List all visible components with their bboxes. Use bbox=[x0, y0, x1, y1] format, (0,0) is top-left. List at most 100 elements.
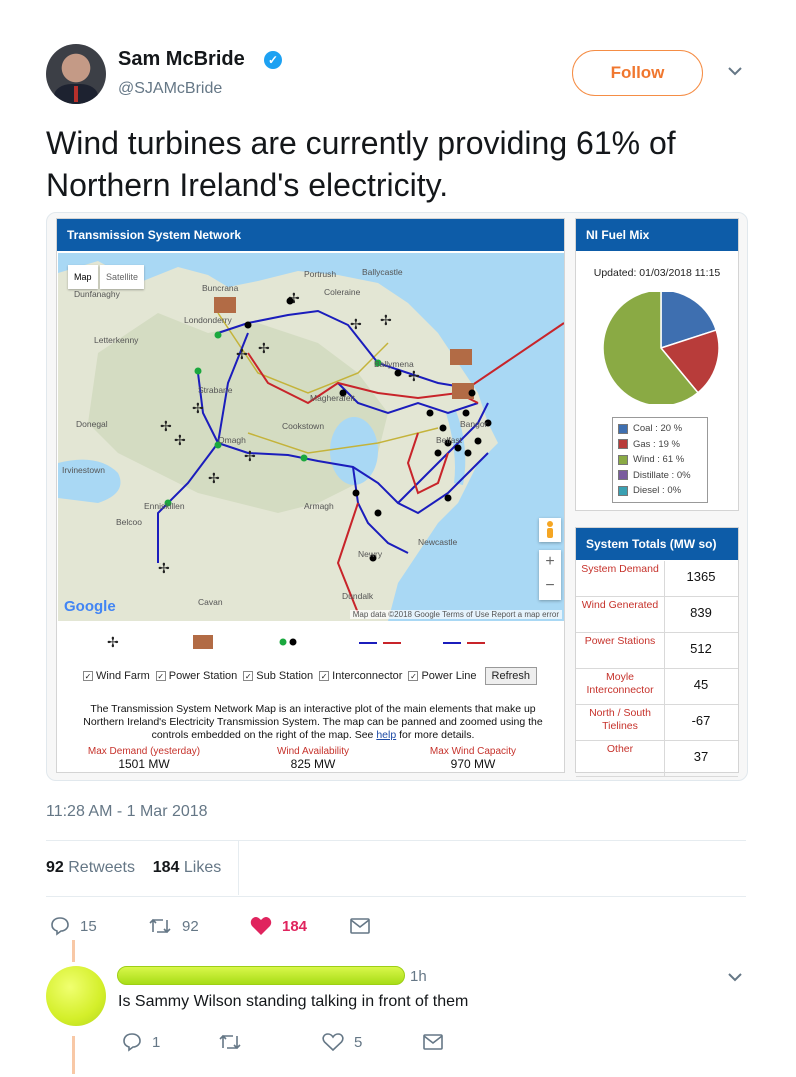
legend-label: Gas : 19 % bbox=[633, 438, 680, 450]
svg-text:Cookstown: Cookstown bbox=[282, 421, 324, 431]
svg-text:✢: ✢ bbox=[380, 313, 392, 329]
refresh-button[interactable]: Refresh bbox=[484, 667, 538, 685]
map-credit[interactable]: Map data ©2018 Google Terms of Use Repor… bbox=[349, 610, 562, 619]
follow-button[interactable]: Follow bbox=[572, 50, 703, 96]
map-type-map-tab[interactable]: Map bbox=[68, 265, 98, 289]
reply-reply-action[interactable]: 1 bbox=[122, 1032, 160, 1052]
map-description: The Transmission System Network Map is a… bbox=[83, 703, 543, 741]
svg-text:✢: ✢ bbox=[208, 471, 220, 487]
power-station-toggle[interactable]: ✓ Power Station bbox=[155, 670, 237, 682]
totals-value: 37 bbox=[693, 749, 709, 764]
svg-text:✢: ✢ bbox=[192, 401, 204, 417]
power-station-icon bbox=[193, 635, 213, 649]
totals-value: -67 bbox=[691, 713, 711, 728]
checkbox-icon[interactable]: ✓ bbox=[408, 671, 419, 681]
svg-text:Belcoo: Belcoo bbox=[116, 517, 142, 527]
system-totals-panel: System Totals (MW so) System Demand 1365 W… bbox=[575, 527, 739, 777]
svg-text:Coleraine: Coleraine bbox=[324, 287, 361, 297]
tweet-timestamp[interactable]: 11:28 AM - 1 Mar 2018 bbox=[46, 803, 208, 821]
sub-station-toggle[interactable]: ✓ Sub Station bbox=[243, 670, 313, 682]
legend-swatch bbox=[618, 470, 628, 481]
svg-text:Dundalk: Dundalk bbox=[342, 591, 374, 601]
reply-action[interactable]: 15 bbox=[50, 916, 97, 936]
svg-text:Cavan: Cavan bbox=[198, 597, 223, 607]
svg-text:✢: ✢ bbox=[236, 347, 248, 363]
svg-text:Omagh: Omagh bbox=[218, 435, 246, 445]
chevron-down-icon[interactable] bbox=[726, 968, 744, 986]
map-zoom-controls[interactable]: + − bbox=[539, 550, 561, 600]
checkbox-icon[interactable]: ✓ bbox=[243, 671, 254, 681]
tweet-media-image[interactable]: Transmission System Network ✢ ✢ ✢ ✢ ✢ ✢ … bbox=[46, 212, 748, 781]
author-avatar[interactable] bbox=[46, 44, 106, 104]
svg-text:Donegal: Donegal bbox=[76, 419, 108, 429]
reply-reply-count: 1 bbox=[152, 1033, 161, 1051]
map-type-satellite-tab[interactable]: Satellite bbox=[100, 265, 145, 289]
totals-row: System Demand 1365 bbox=[576, 561, 738, 597]
svg-text:Ballycastle: Ballycastle bbox=[362, 267, 403, 277]
legend-swatch bbox=[618, 423, 628, 434]
svg-text:Buncrana: Buncrana bbox=[202, 283, 239, 293]
svg-text:Newcastle: Newcastle bbox=[418, 537, 457, 547]
reply-icon bbox=[123, 1033, 141, 1052]
legend-swatch bbox=[618, 439, 628, 450]
legend-label: Coal : 20 % bbox=[633, 423, 683, 435]
help-link[interactable]: help bbox=[376, 729, 396, 741]
checkbox-icon[interactable]: ✓ bbox=[155, 671, 166, 681]
reply-time[interactable]: 1h bbox=[410, 968, 427, 985]
totals-label: Wind Generated bbox=[581, 599, 659, 611]
divider bbox=[238, 841, 239, 895]
street-view-pegman-icon[interactable] bbox=[539, 518, 561, 542]
totals-label: Power Stations bbox=[584, 635, 656, 647]
transmission-network-panel: Transmission System Network ✢ ✢ ✢ ✢ ✢ ✢ … bbox=[56, 218, 565, 773]
svg-text:✢: ✢ bbox=[258, 341, 270, 357]
chevron-down-icon[interactable] bbox=[726, 62, 744, 80]
svg-text:Irvinestown: Irvinestown bbox=[62, 465, 105, 475]
reply-like-action[interactable]: 5 bbox=[322, 1032, 362, 1052]
reply-author-name-redacted[interactable] bbox=[117, 966, 405, 985]
svg-text:Dunfanaghy: Dunfanaghy bbox=[74, 289, 121, 299]
author-handle[interactable]: @SJAMcBride bbox=[118, 80, 222, 98]
network-map[interactable]: ✢ ✢ ✢ ✢ ✢ ✢ ✢ ✢ ✢ ✢ ✢ ✢ Portrush Ballyca… bbox=[58, 253, 564, 621]
likes-stat[interactable]: 184 Likes bbox=[153, 859, 222, 876]
map-graphic: ✢✢ ✢ ✢✢✢ ✢✢✢ ✢✢✢ Portrush BallycastleCol… bbox=[58, 261, 564, 621]
retweets-stat[interactable]: 92 Retweets bbox=[46, 859, 135, 876]
reply-count: 15 bbox=[80, 917, 97, 935]
checkbox-icon[interactable]: ✓ bbox=[83, 671, 93, 681]
retweet-icon bbox=[219, 1034, 241, 1050]
legend-entry: Coal : 20 % bbox=[618, 421, 702, 437]
thread-line bbox=[72, 1036, 75, 1074]
mail-icon bbox=[423, 1034, 443, 1050]
max-wind-capacity-stat: Max Wind Capacity 970 MW bbox=[429, 746, 517, 771]
heart-outline-icon bbox=[322, 1033, 344, 1052]
share-action[interactable] bbox=[350, 917, 380, 935]
totals-row: Power Stations 512 bbox=[576, 633, 738, 669]
svg-text:Enniskillen: Enniskillen bbox=[144, 501, 185, 511]
interconnector-toggle[interactable]: ✓ Interconnector bbox=[319, 670, 402, 682]
legend-entry: Gas : 19 % bbox=[618, 437, 702, 453]
reply-author-avatar[interactable] bbox=[46, 966, 106, 1026]
totals-row: Other 37 bbox=[576, 741, 738, 777]
thread-line bbox=[72, 940, 75, 962]
svg-text:Ballymena: Ballymena bbox=[374, 359, 414, 369]
legend-swatch bbox=[618, 454, 628, 465]
zoom-in-button[interactable]: + bbox=[539, 550, 561, 574]
reply-retweet-action[interactable] bbox=[218, 1032, 252, 1052]
checkbox-icon[interactable]: ✓ bbox=[319, 671, 330, 681]
power-line-toggle[interactable]: ✓ Power Line bbox=[408, 670, 477, 682]
wind-farm-toggle[interactable]: ✓ Wind Farm bbox=[83, 670, 150, 682]
max-demand-stat: Max Demand (yesterday) 1501 MW bbox=[87, 746, 201, 771]
zoom-out-button[interactable]: − bbox=[539, 574, 561, 598]
like-action[interactable]: 184 bbox=[250, 916, 307, 936]
svg-text:Portrush: Portrush bbox=[304, 269, 336, 279]
legend-label: Distillate : 0% bbox=[633, 469, 691, 481]
retweet-action[interactable]: 92 bbox=[148, 916, 199, 936]
totals-label: Moyle Interconnector bbox=[586, 671, 654, 696]
svg-text:✢: ✢ bbox=[408, 369, 420, 385]
totals-row: Moyle Interconnector 45 bbox=[576, 669, 738, 705]
wind-availability-stat: Wind Availability 825 MW bbox=[276, 746, 350, 771]
svg-text:Bangor: Bangor bbox=[460, 419, 488, 429]
reply-share-action[interactable] bbox=[423, 1033, 453, 1051]
author-display-name[interactable]: Sam McBride bbox=[118, 48, 245, 71]
svg-text:✢: ✢ bbox=[174, 433, 186, 449]
totals-label: System Demand bbox=[581, 563, 659, 575]
